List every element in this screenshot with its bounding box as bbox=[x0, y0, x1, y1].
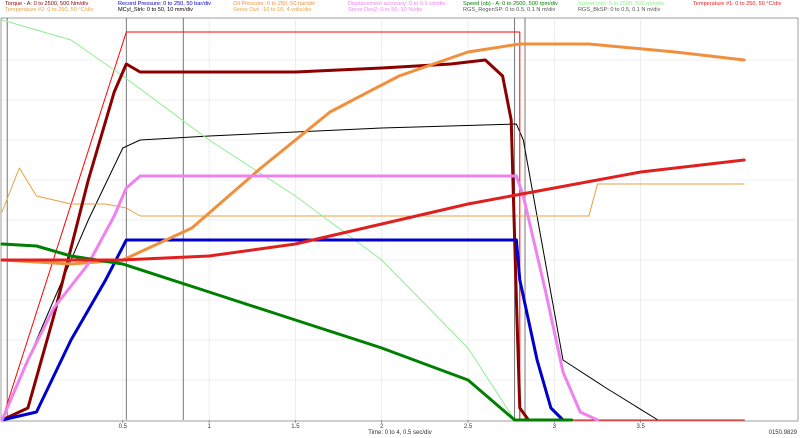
x-tick-label: 3 bbox=[553, 424, 557, 430]
legend: Torque - A: 0 to 2500, 500 Nm/div Tempera… bbox=[0, 0, 800, 18]
legend-entry: Servo Out: -10 to 10, 4 volts/div bbox=[233, 7, 312, 13]
x-tick-label: 3.5 bbox=[636, 424, 645, 430]
x-tick-label: 1.5 bbox=[291, 424, 300, 430]
legend-entry: RGS_BkSP: 0 to 0.5, 0.1 N m/div bbox=[578, 7, 661, 13]
x-tick-label: 1 bbox=[207, 424, 211, 430]
legend-entry: Servo Dec2: 0 to 50, 10 %/div bbox=[348, 7, 423, 13]
legend-entry: Temperature #2: 0 to 250, 50 °C/div bbox=[5, 7, 94, 13]
legend-entry: RGS_RegenSP: 0 to 0.5, 0.1 N m/div bbox=[463, 7, 556, 13]
x-axis-label: Time: 0 to 4, 0.5 sec/div bbox=[368, 430, 431, 436]
chart-plot: 0.5 1 1.5 2 2.5 3 3.5 Time: 0 to 4, 0.5 sec/di… bbox=[0, 17, 799, 436]
x-tick-label: 2.5 bbox=[464, 424, 473, 430]
x-tick-label: 0.5 bbox=[119, 424, 128, 430]
corner-readout: 0150.9829 bbox=[769, 430, 798, 436]
legend-entry: Temperature #1: 0 to 250, 50 °C/div bbox=[693, 1, 782, 7]
legend-entry: MCyl_Strk: 0 to 50, 10 mm/div bbox=[118, 7, 193, 13]
